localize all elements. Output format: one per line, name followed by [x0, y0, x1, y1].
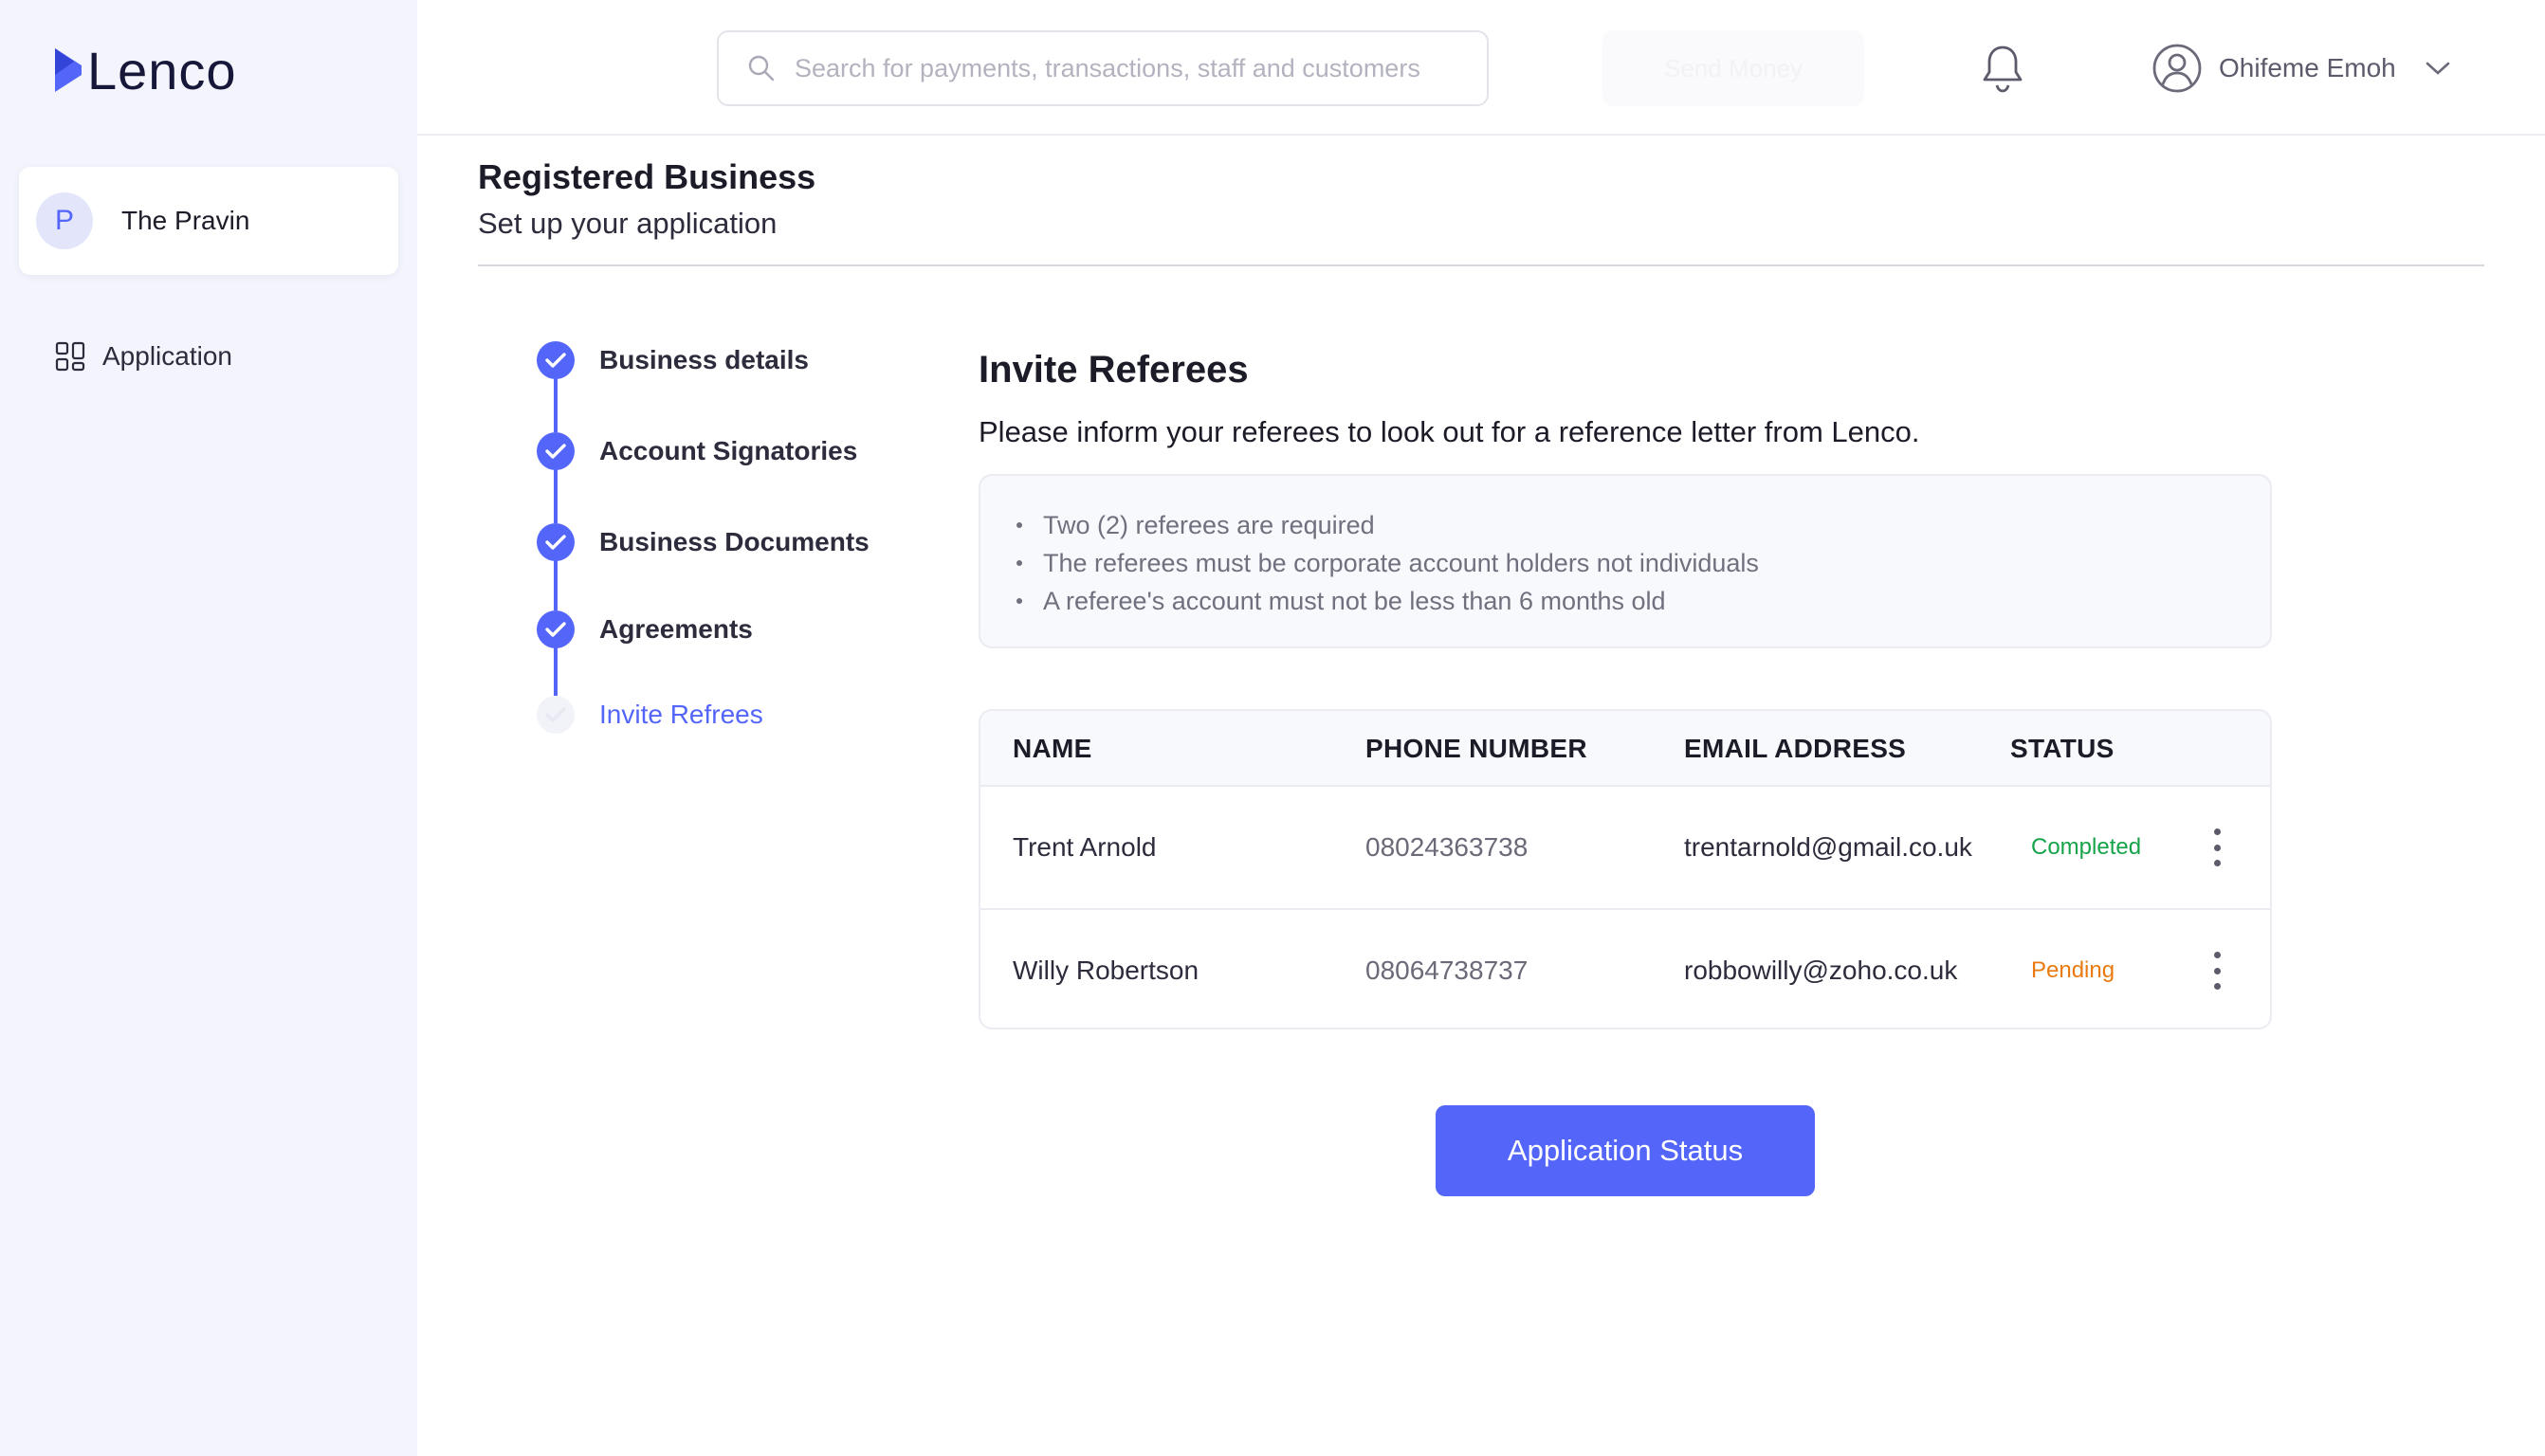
search-icon: [748, 55, 775, 82]
search-placeholder: Search for payments, transactions, staff…: [795, 53, 1420, 82]
column-header-status: STATUS: [2010, 734, 2115, 763]
account-switcher[interactable]: P The Pravin: [19, 167, 398, 275]
row-menu-icon[interactable]: [2207, 952, 2226, 990]
section-title: Invite Referees: [979, 349, 1249, 391]
bell-icon: [1983, 46, 2023, 93]
referees-table: NAME PHONE NUMBER EMAIL ADDRESS STATUS T…: [979, 709, 2272, 1029]
requirement-item: A referee's account must not be less tha…: [1016, 582, 2270, 620]
lenco-logo[interactable]: Lenco: [53, 40, 237, 100]
table-row: Trent Arnold 08024363738 trentarnold@gma…: [980, 787, 2270, 908]
requirement-text: A referee's account must not be less tha…: [1043, 587, 1666, 615]
requirements-box: Two (2) referees are required The refere…: [979, 474, 2272, 648]
column-header-phone: PHONE NUMBER: [1365, 734, 1587, 763]
step-connector: [554, 377, 558, 432]
referee-phone: 08024363738: [1365, 832, 1529, 862]
divider: [478, 264, 2484, 266]
grid-icon: [55, 341, 85, 372]
user-name: Ohifeme Emoh: [2219, 53, 2396, 82]
step-label: Invite Refrees: [599, 700, 763, 729]
check-icon: [537, 341, 575, 379]
referee-phone: 08064738737: [1365, 956, 1529, 985]
step-label: Business details: [599, 345, 809, 374]
requirement-item: The referees must be corporate account h…: [1016, 544, 2270, 582]
step-label: Business Documents: [599, 527, 870, 556]
step-account-signatories[interactable]: Account Signatories: [537, 432, 954, 470]
notification-button[interactable]: [1980, 44, 2025, 100]
check-icon: [537, 523, 575, 561]
status-badge: Pending: [2031, 957, 2115, 983]
section-subtitle: Please inform your referees to look out …: [979, 415, 1920, 448]
step-label: Agreements: [599, 614, 753, 644]
column-header-email: EMAIL ADDRESS: [1684, 734, 1907, 763]
bullet-icon: [1016, 522, 1022, 528]
check-icon: [537, 696, 575, 734]
user-menu[interactable]: Ohifeme Emoh: [2152, 42, 2451, 95]
step-invite-referees[interactable]: Invite Refrees: [537, 696, 954, 734]
step-business-details[interactable]: Business details: [537, 341, 954, 379]
requirement-text: The referees must be corporate account h…: [1043, 549, 1759, 577]
column-header-name: NAME: [1013, 734, 1092, 763]
status-badge: Completed: [2031, 834, 2142, 860]
send-money-button[interactable]: Send Money: [1602, 30, 1864, 106]
step-agreements[interactable]: Agreements: [537, 610, 954, 648]
step-connector: [554, 468, 558, 523]
bullet-icon: [1016, 560, 1022, 566]
referee-name: Trent Arnold: [1013, 832, 1157, 862]
user-circle-icon: [2152, 44, 2202, 93]
sidebar-item-application[interactable]: Application: [55, 336, 232, 377]
account-name: The Pravin: [121, 206, 250, 235]
requirement-text: Two (2) referees are required: [1043, 511, 1375, 539]
brand-name: Lenco: [87, 40, 237, 100]
referee-name: Willy Robertson: [1013, 956, 1199, 985]
step-business-documents[interactable]: Business Documents: [537, 523, 954, 561]
step-connector: [554, 559, 558, 610]
avatar: P: [36, 192, 93, 249]
referee-email: trentarnold@gmail.co.uk: [1684, 832, 1972, 862]
check-icon: [537, 610, 575, 648]
sidebar: Lenco P The Pravin Application: [0, 0, 417, 1456]
sidebar-item-label: Application: [102, 341, 232, 371]
chevron-down-icon: [2426, 62, 2450, 75]
lenco-logo-icon: [55, 48, 82, 92]
bullet-icon: [1016, 598, 1022, 604]
check-icon: [537, 432, 575, 470]
row-menu-icon[interactable]: [2207, 828, 2226, 866]
search-input[interactable]: Search for payments, transactions, staff…: [717, 30, 1489, 106]
top-header: Search for payments, transactions, staff…: [417, 0, 2545, 136]
page-title: Registered Business: [478, 157, 816, 196]
step-label: Account Signatories: [599, 436, 858, 465]
step-connector: [554, 646, 558, 696]
table-header: NAME PHONE NUMBER EMAIL ADDRESS STATUS: [980, 711, 2270, 787]
referee-email: robbowilly@zoho.co.uk: [1684, 956, 1958, 985]
page-subtitle: Set up your application: [478, 207, 778, 240]
application-status-button[interactable]: Application Status: [1436, 1105, 1815, 1196]
table-row: Willy Robertson 08064738737 robbowilly@z…: [980, 908, 2270, 1028]
requirement-item: Two (2) referees are required: [1016, 506, 2270, 544]
